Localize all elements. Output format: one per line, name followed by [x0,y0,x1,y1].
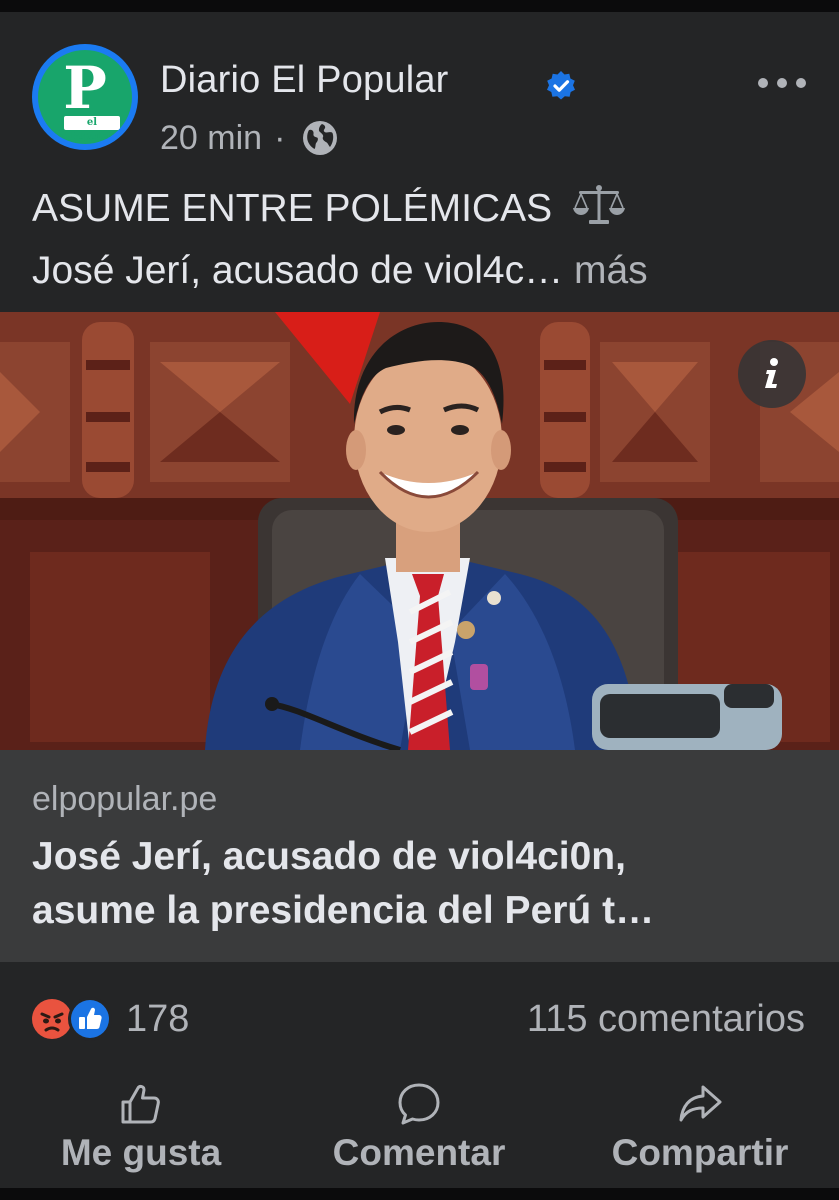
see-more-link[interactable]: más [574,249,648,292]
post-header: P el Popular Diario El Popular 20 min · [0,12,839,162]
share-label: Compartir [611,1132,789,1173]
share-arrow-icon [679,1085,722,1122]
scale-icon [572,185,625,224]
page-name[interactable]: Diario El Popular [160,58,449,102]
link-title-line-1: José Jerí, acusado de viol4ci0n, [32,835,626,878]
link-domain: elpopular.pe [32,780,218,818]
meta-separator: · [274,119,286,157]
post-meta: 20 min · [160,118,339,158]
logo-letter: P [63,54,107,122]
like-button[interactable]: Me gusta [36,1072,246,1188]
comment-bubble-icon [398,1083,440,1125]
share-button[interactable]: Compartir [584,1072,816,1188]
caption-headline: ASUME ENTRE POLÉMICAS [32,187,553,230]
feed-post: P el Popular Diario El Popular 20 min · … [0,12,839,1188]
info-glyph [765,358,778,388]
page-avatar[interactable]: P el Popular [32,44,138,150]
link-title-line-2: asume la presidencia del Perú t… [32,889,655,932]
action-bar: Me gusta Comentar Compartir [0,1072,839,1188]
link-title: José Jerí, acusado de viol4ci0n, asume l… [32,830,822,938]
post-caption: ASUME ENTRE POLÉMICAS José Jerí, acusado… [32,178,812,302]
caption-text: José Jerí, acusado de viol4c… [32,249,564,292]
photo-illustration [0,312,839,750]
comment-button[interactable]: Comentar [306,1072,532,1188]
verified-badge-icon [547,71,575,100]
link-preview[interactable]: elpopular.pe José Jerí, acusado de viol4… [0,750,839,962]
caption-line-2: José Jerí, acusado de viol4c… más [32,240,812,302]
caption-line-1: ASUME ENTRE POLÉMICAS [32,178,812,240]
reaction-count: 178 [126,997,190,1040]
comment-label: Comentar [332,1132,506,1173]
like-reaction-icon [68,997,112,1041]
like-label: Me gusta [60,1132,222,1173]
logo-text: el Popular [64,116,120,142]
more-options-icon[interactable] [758,78,806,92]
post-image[interactable] [0,312,839,750]
reactions-summary[interactable]: 178 [30,996,189,1042]
info-icon[interactable] [738,340,806,408]
reaction-icons [30,997,118,1041]
thumbs-up-icon [121,1084,160,1124]
comments-count[interactable]: 115 comentarios [527,996,805,1042]
el-popular-logo: P el Popular [38,50,132,144]
globe-icon[interactable] [301,119,339,157]
post-time[interactable]: 20 min [160,118,262,158]
